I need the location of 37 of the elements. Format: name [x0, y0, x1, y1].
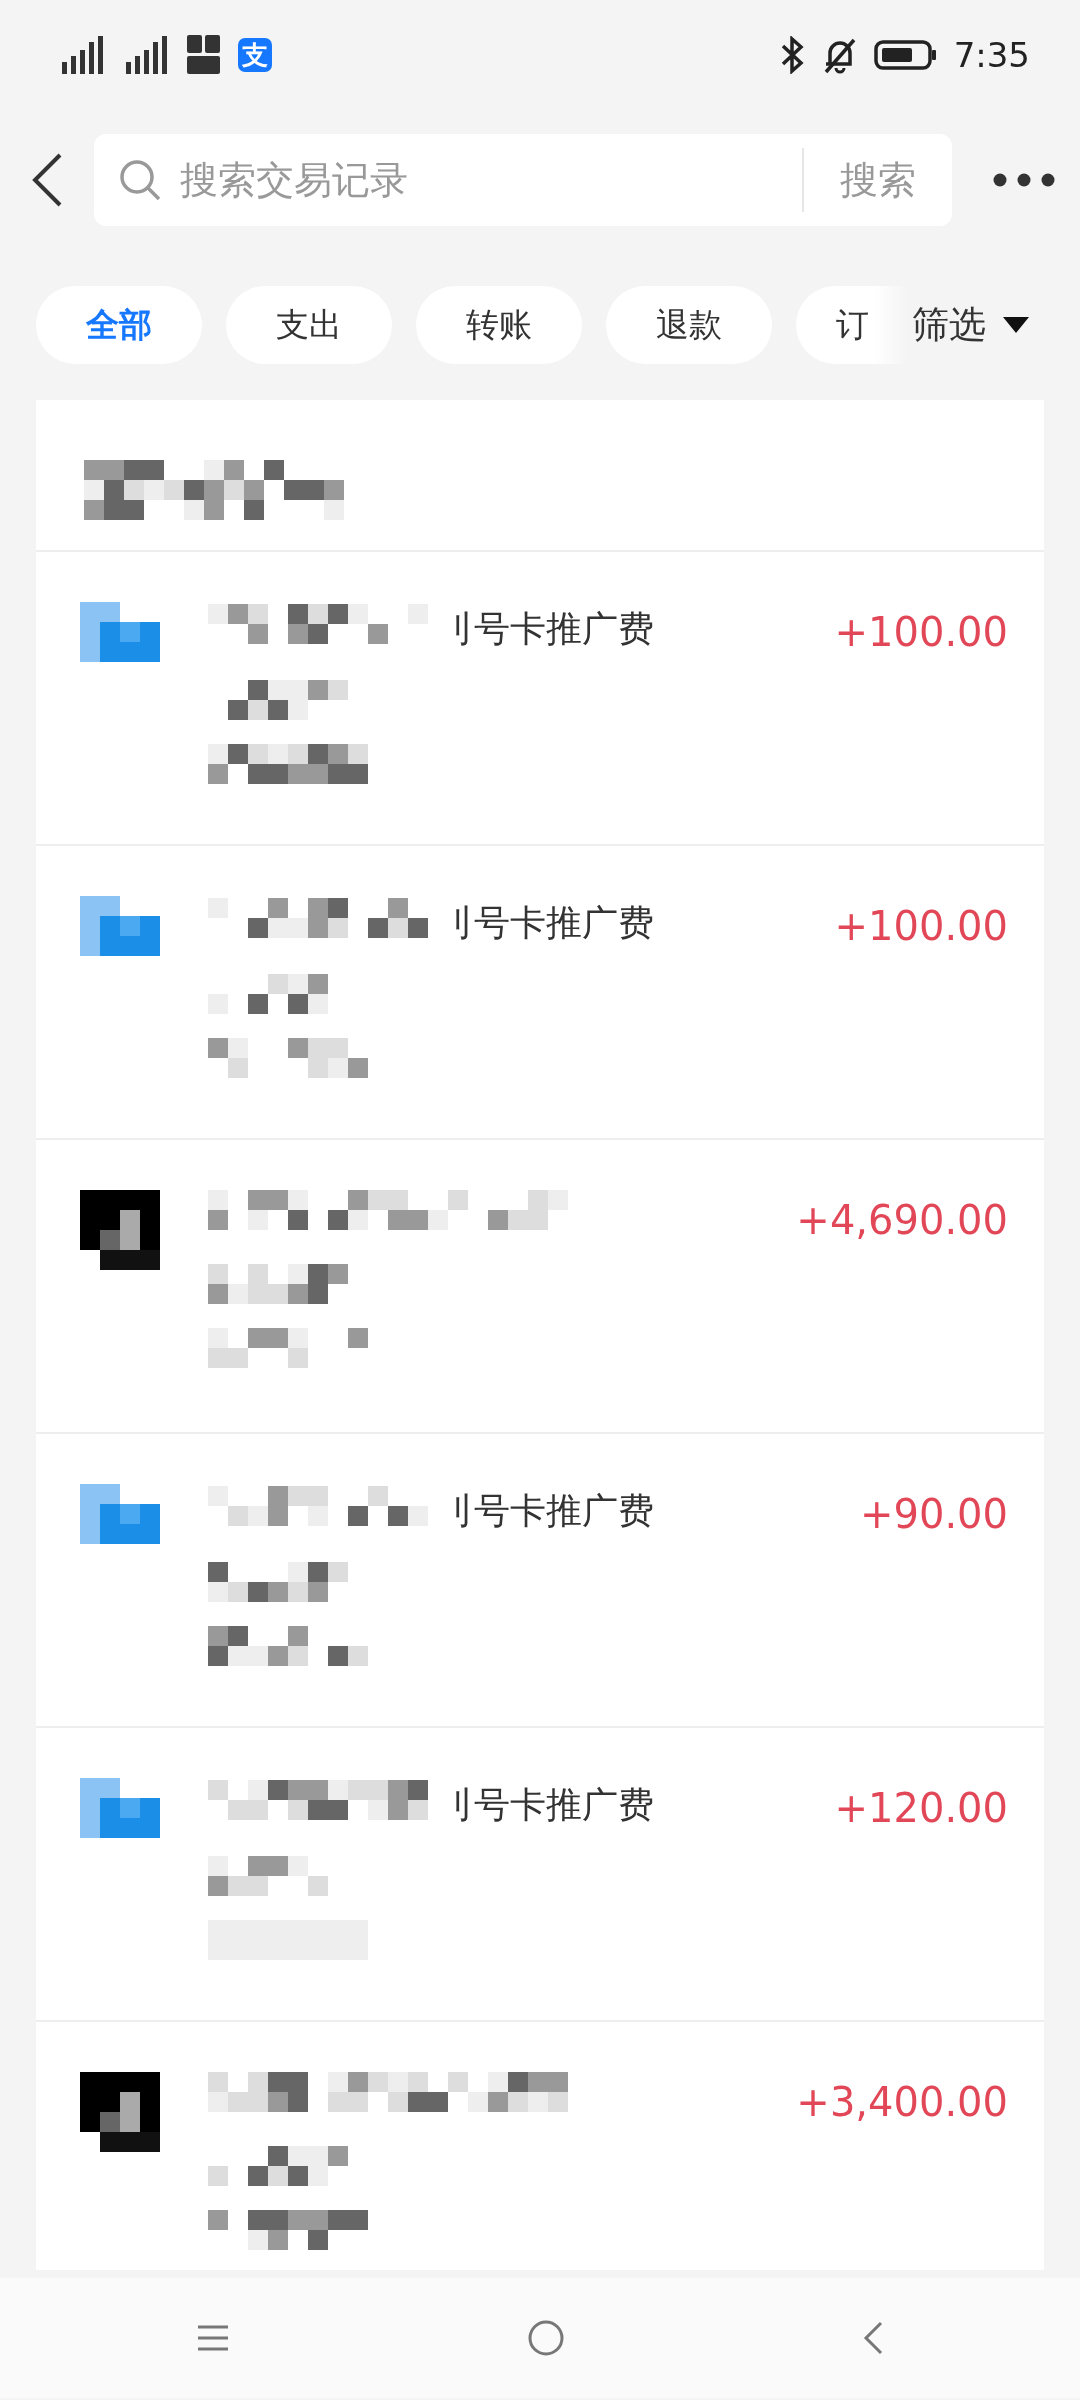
- transaction-amount: +3,400.00: [796, 2078, 1008, 2127]
- transaction-amount: +4,690.00: [796, 1196, 1008, 1245]
- app-avatar-icon: [80, 896, 160, 956]
- bluetooth-icon: [779, 36, 806, 74]
- battery-icon: [873, 39, 938, 71]
- app-badge: 支: [238, 38, 272, 72]
- app-avatar-icon: [80, 1778, 160, 1838]
- menu-icon[interactable]: [196, 2324, 231, 2352]
- transaction-title: 刂号卡推广费: [438, 1489, 654, 1533]
- transaction-amount: +100.00: [834, 608, 1008, 657]
- transaction-row[interactable]: 刂号卡推广费 +100.00: [36, 550, 1044, 844]
- transaction-row[interactable]: 刂号卡推广费 +100.00: [36, 844, 1044, 1138]
- transaction-row[interactable]: +4,690.00: [36, 1138, 1044, 1432]
- filter-tab[interactable]: 转账: [416, 286, 582, 364]
- hd-call-icon: [186, 34, 222, 76]
- transaction-title: 刂号卡推广费: [438, 607, 654, 651]
- home-icon[interactable]: [527, 2319, 565, 2357]
- more-icon[interactable]: [992, 172, 1056, 188]
- transaction-title: 刂号卡推广费: [438, 1783, 654, 1827]
- transaction-amount: +90.00: [859, 1490, 1008, 1539]
- filter-tab[interactable]: 全部: [36, 286, 202, 364]
- avatar-icon: [80, 1190, 160, 1270]
- app-avatar-icon: [80, 1484, 160, 1544]
- filter-tab[interactable]: 支出: [226, 286, 392, 364]
- caret-icon: [1002, 315, 1030, 335]
- transaction-amount: +100.00: [834, 902, 1008, 951]
- back-icon[interactable]: [30, 152, 64, 208]
- transaction-row[interactable]: 刂号卡推广费 +120.00: [36, 1726, 1044, 2020]
- transaction-amount: +120.00: [834, 1784, 1008, 1833]
- clock-time: 7:35: [953, 33, 1030, 77]
- filter-button[interactable]: 筛选: [912, 297, 1030, 353]
- avatar-icon: [80, 2072, 160, 2152]
- transaction-row[interactable]: 刂号卡推广费 +90.00: [36, 1432, 1044, 1726]
- filter-tab[interactable]: 退款: [606, 286, 772, 364]
- search-icon: [118, 158, 162, 202]
- app-avatar-icon: [80, 602, 160, 662]
- transaction-title: 刂号卡推广费: [438, 901, 654, 945]
